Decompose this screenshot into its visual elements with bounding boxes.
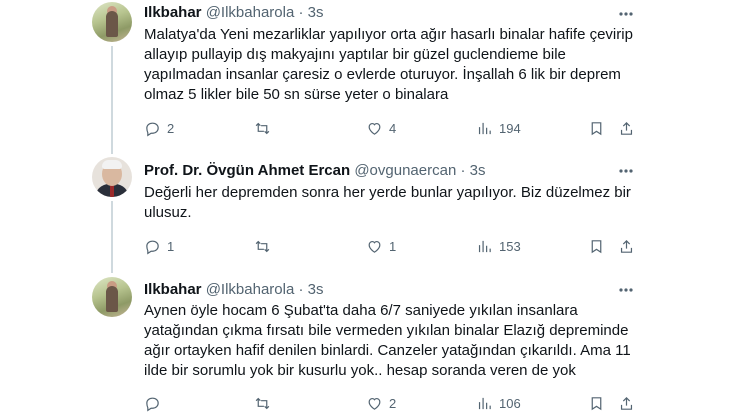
author-name[interactable]: Ilkbahar <box>144 4 202 21</box>
timestamp[interactable]: 3s <box>308 4 324 21</box>
reply-button[interactable]: 2 <box>144 118 174 138</box>
views-count: 153 <box>499 238 521 254</box>
timestamp[interactable]: 3s <box>470 162 486 179</box>
like-button[interactable]: 2 <box>366 393 396 413</box>
views-count: 194 <box>499 120 521 136</box>
like-count: 1 <box>389 238 397 254</box>
more-horizontal-icon[interactable] <box>618 282 634 302</box>
reply-count: 2 <box>167 120 175 136</box>
separator-dot: · <box>298 281 304 298</box>
author-name[interactable]: Prof. Dr. Övgün Ahmet Ercan <box>144 162 350 179</box>
retweet-button[interactable] <box>254 393 277 413</box>
author-handle[interactable]: @Ilkbaharola <box>206 281 295 298</box>
reply-button[interactable] <box>144 393 167 413</box>
tweet-actions: 2 106 <box>140 393 640 413</box>
tweet-text: Aynen öyle hocam 6 Şubat'ta daha 6/7 san… <box>144 302 631 379</box>
bookmark-icon <box>591 396 602 410</box>
more-horizontal-icon[interactable] <box>618 163 634 183</box>
share-button[interactable] <box>618 118 635 138</box>
views-chart-icon <box>478 122 491 134</box>
share-button[interactable] <box>618 236 635 256</box>
author-handle[interactable]: @Ilkbaharola <box>206 4 295 21</box>
share-icon <box>620 396 633 410</box>
reply-count: 1 <box>167 238 175 254</box>
heart-icon <box>368 397 381 410</box>
reply-icon <box>146 397 159 411</box>
author-handle[interactable]: @ovgunaercan <box>354 162 456 179</box>
heart-icon <box>368 122 381 135</box>
tweet-2[interactable]: Prof. Dr. Övgün Ahmet Ercan @ovgunaercan… <box>0 155 730 273</box>
tweet-text: Malatya'da Yeni mezarliklar yapılıyor or… <box>144 26 633 103</box>
views-chart-icon <box>478 240 491 252</box>
avatar[interactable] <box>92 2 132 42</box>
bookmark-button[interactable] <box>588 118 605 138</box>
like-count: 2 <box>389 395 397 411</box>
reply-button[interactable]: 1 <box>144 236 174 256</box>
bookmark-icon <box>591 239 602 253</box>
like-button[interactable]: 1 <box>366 236 396 256</box>
bookmark-button[interactable] <box>588 393 605 413</box>
heart-icon <box>368 240 381 253</box>
share-icon <box>620 239 633 253</box>
bookmark-button[interactable] <box>588 236 605 256</box>
tweet-1[interactable]: Ilkbahar @Ilkbaharola · 3s Malatya'da Ye… <box>0 0 730 154</box>
views-chart-icon <box>478 397 491 409</box>
share-button[interactable] <box>618 393 635 413</box>
views-button[interactable]: 153 <box>476 236 521 256</box>
views-count: 106 <box>499 395 521 411</box>
tweet-actions: 1 1 153 <box>140 236 640 256</box>
separator-dot: · <box>298 4 304 21</box>
tweet-header: Ilkbahar @Ilkbaharola · 3s <box>144 3 324 22</box>
share-icon <box>620 121 633 135</box>
views-button[interactable]: 106 <box>476 393 521 413</box>
retweet-icon <box>255 122 270 134</box>
reply-icon <box>146 240 159 254</box>
tweet-header: Prof. Dr. Övgün Ahmet Ercan @ovgunaercan… <box>144 161 485 180</box>
tweet-3[interactable]: Ilkbahar @Ilkbaharola · 3s Aynen öyle ho… <box>0 275 730 420</box>
retweet-icon <box>255 397 270 409</box>
tweet-text: Değerli her depremden sonra her yerde bu… <box>144 184 631 221</box>
thread-line <box>111 46 113 154</box>
bookmark-icon <box>591 121 602 135</box>
reply-icon <box>146 122 159 136</box>
avatar[interactable] <box>92 157 132 197</box>
avatar[interactable] <box>92 277 132 317</box>
timestamp[interactable]: 3s <box>308 281 324 298</box>
retweet-button[interactable] <box>254 118 277 138</box>
thread-line <box>111 201 113 273</box>
like-button[interactable]: 4 <box>366 118 396 138</box>
retweet-icon <box>255 240 270 252</box>
tweet-actions: 2 4 194 <box>140 118 640 138</box>
views-button[interactable]: 194 <box>476 118 521 138</box>
separator-dot: · <box>460 162 466 179</box>
like-count: 4 <box>389 120 397 136</box>
tweet-header: Ilkbahar @Ilkbaharola · 3s <box>144 280 324 299</box>
author-name[interactable]: Ilkbahar <box>144 281 202 298</box>
retweet-button[interactable] <box>254 236 277 256</box>
more-horizontal-icon[interactable] <box>618 6 634 26</box>
